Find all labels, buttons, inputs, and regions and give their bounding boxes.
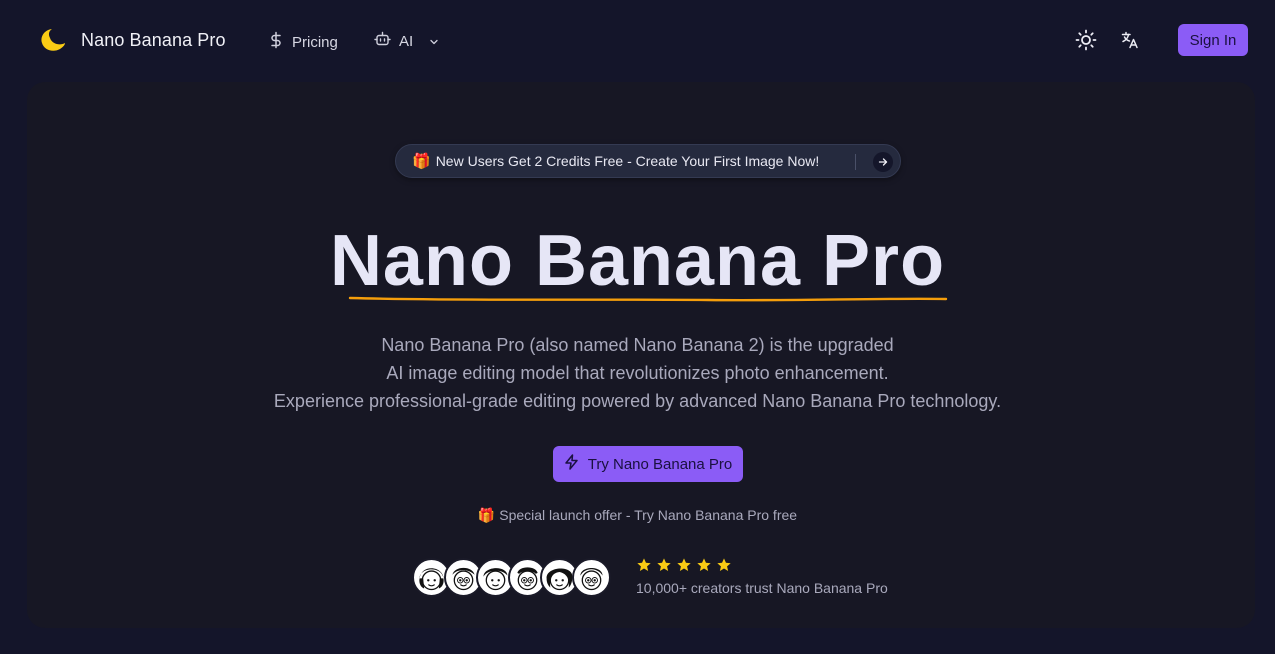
try-nano-banana-pro-button[interactable]: Try Nano Banana Pro — [553, 446, 743, 482]
avatar — [572, 558, 611, 597]
special-offer: 🎁 Special launch offer - Try Nano Banana… — [0, 507, 1275, 524]
top-nav: Nano Banana Pro Pricing AI Sign In — [0, 0, 1275, 80]
nav-pricing[interactable]: Pricing — [268, 31, 338, 53]
sun-icon[interactable] — [1074, 28, 1098, 52]
brand-name[interactable]: Nano Banana Pro — [81, 30, 226, 51]
lightning-icon — [564, 454, 579, 474]
nav-ai-label: AI — [399, 32, 414, 50]
promo-text: New Users Get 2 Credits Free - Create Yo… — [435, 153, 820, 169]
hero-description: Nano Banana Pro (also named Nano Banana … — [0, 331, 1275, 415]
sign-in-button[interactable]: Sign In — [1178, 24, 1248, 56]
page: Nano Banana Pro Pricing AI Sign In 🎁 New… — [0, 0, 1275, 654]
title-underline — [348, 296, 948, 302]
star-icon — [696, 557, 712, 578]
dollar-icon — [268, 31, 284, 53]
hero-title: Nano Banana Pro — [329, 221, 946, 301]
star-icon — [676, 557, 692, 578]
translate-icon[interactable] — [1118, 28, 1142, 52]
nav-pricing-label: Pricing — [292, 33, 338, 51]
trust-text: 10,000+ creators trust Nano Banana Pro — [636, 580, 888, 596]
moon-icon[interactable] — [38, 26, 68, 54]
gift-emoji: 🎁 — [412, 153, 431, 170]
cta-label: Try Nano Banana Pro — [587, 455, 733, 473]
description-line: Experience professional-grade editing po… — [273, 391, 1002, 411]
star-icon — [636, 557, 652, 578]
promo-divider — [855, 154, 856, 170]
robot-icon — [374, 31, 391, 51]
avatar-stack — [412, 558, 612, 598]
gift-emoji: 🎁 — [477, 507, 496, 523]
description-line: Nano Banana Pro (also named Nano Banana … — [381, 335, 894, 355]
star-icon — [656, 557, 672, 578]
promo-banner[interactable]: 🎁 New Users Get 2 Credits Free - Create … — [395, 144, 901, 178]
star-icon — [716, 557, 732, 578]
rating — [636, 557, 732, 578]
chevron-down-icon — [429, 33, 439, 50]
nav-ai-dropdown[interactable]: AI — [374, 31, 439, 51]
offer-text: Special launch offer - Try Nano Banana P… — [499, 507, 798, 523]
arrow-right-icon[interactable] — [873, 152, 893, 172]
star-rating — [636, 557, 732, 578]
description-line: AI image editing model that revolutioniz… — [386, 363, 889, 383]
